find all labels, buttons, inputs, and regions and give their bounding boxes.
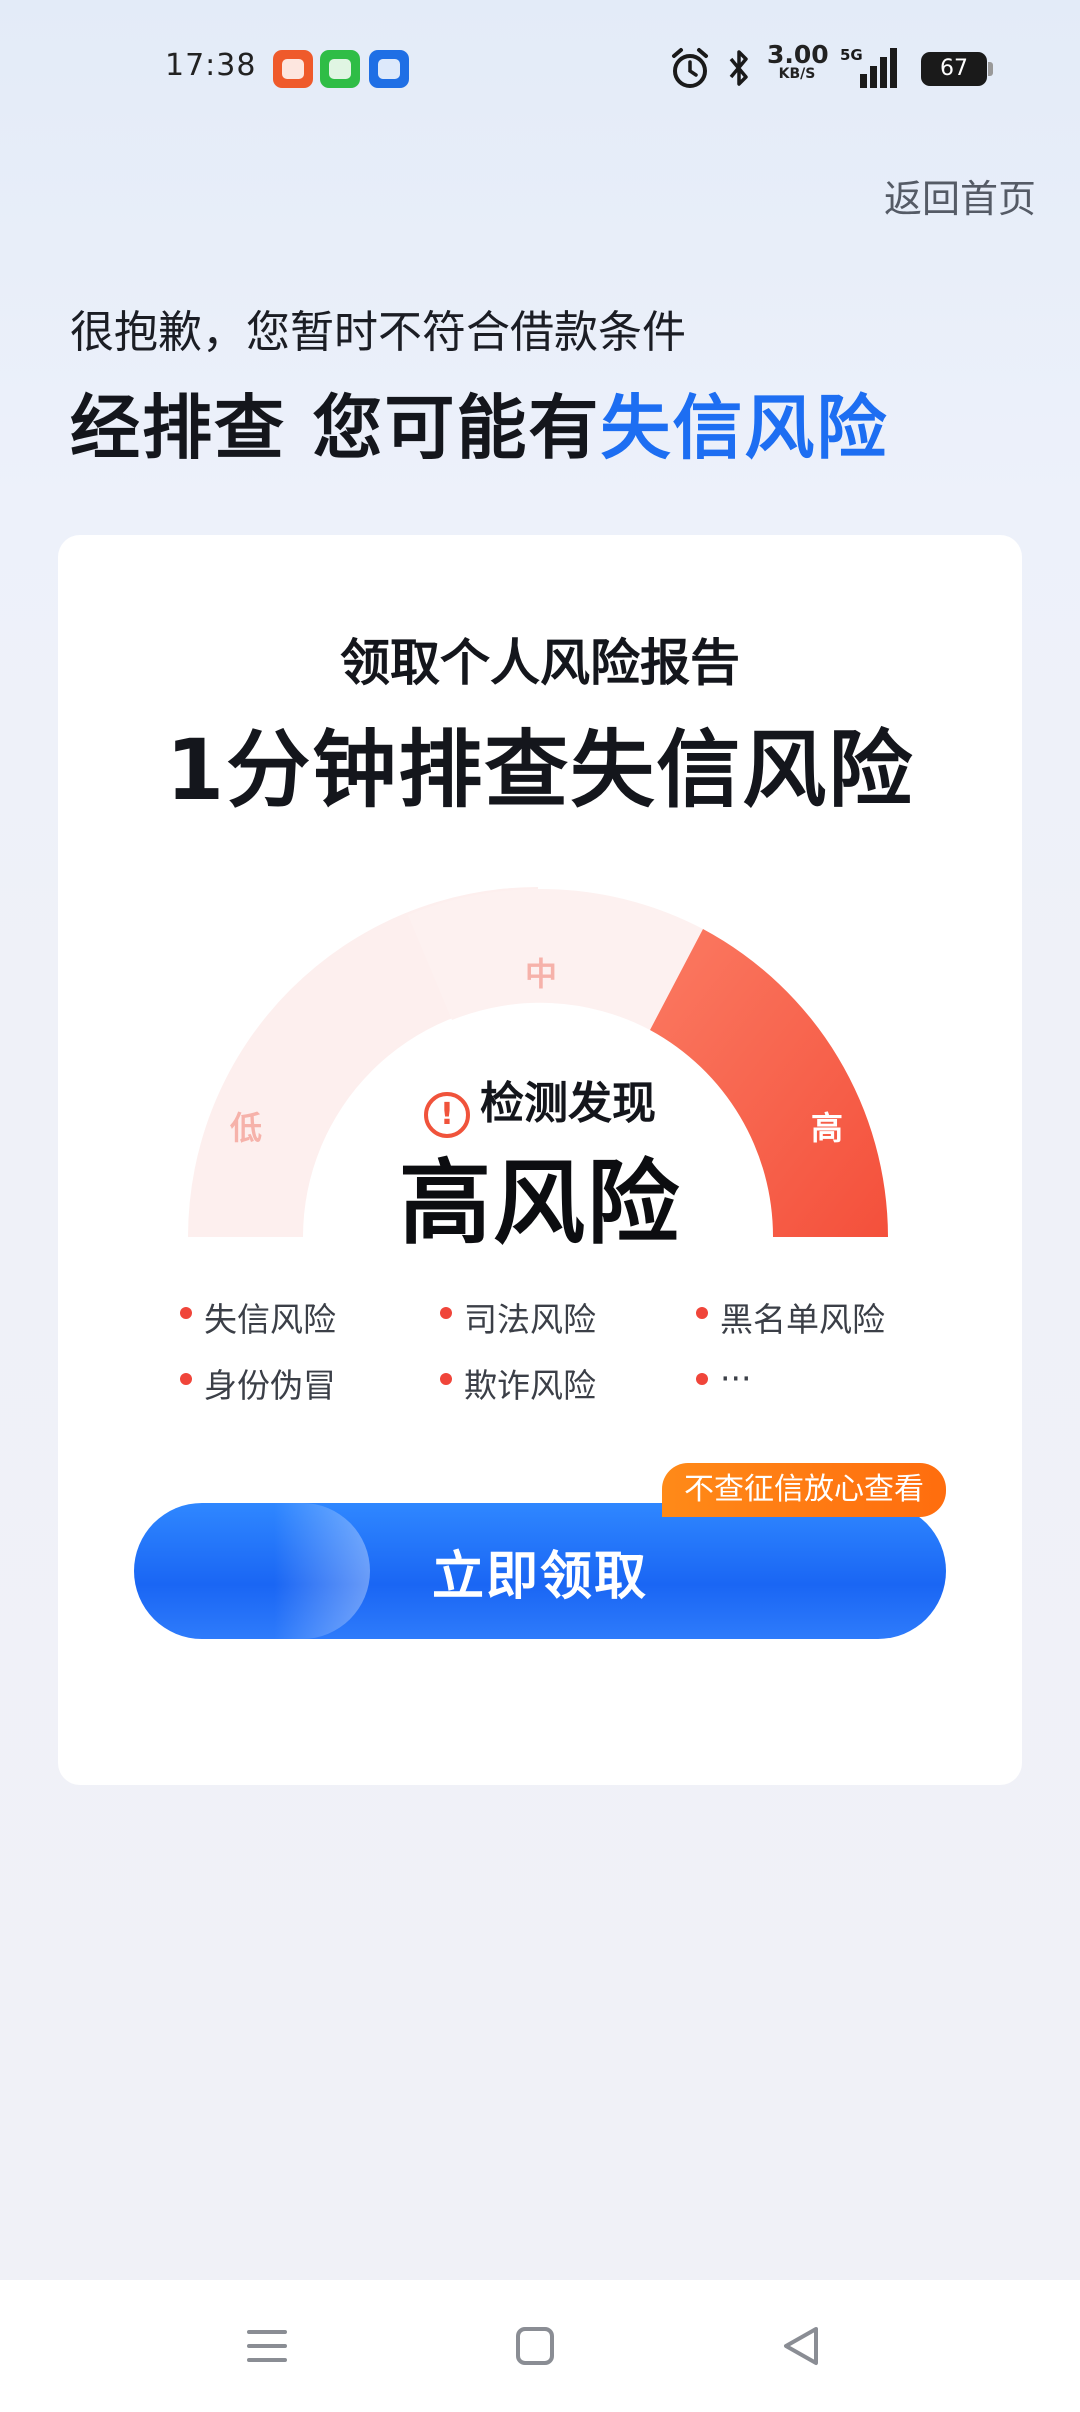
- no-credit-check-badge: 不查征信放心查看: [662, 1463, 946, 1517]
- claim-now-button[interactable]: 立即领取: [134, 1503, 946, 1639]
- risk-report-card: 领取个人风险报告 1分钟排查失信风险 低 中 高 ! 检测发现 高风险 失信风险 …: [58, 535, 1022, 1785]
- signal-icon: 5G: [840, 46, 897, 88]
- risk-tag: 失信风险: [180, 1293, 336, 1341]
- page-title: 经排查 您可能有失信风险: [70, 372, 888, 473]
- message-app-icon: [320, 50, 360, 88]
- menu-icon[interactable]: [237, 2316, 297, 2376]
- risk-tag: 黑名单风险: [696, 1293, 885, 1341]
- home-square-icon[interactable]: [505, 2316, 565, 2376]
- alarm-icon: [672, 48, 708, 88]
- detect-result-label: ! 检测发现: [58, 1067, 1022, 1138]
- back-home-link[interactable]: 返回首页: [884, 168, 1036, 223]
- page-title-highlight: 失信风险: [600, 387, 889, 469]
- app-notification-icon: [273, 50, 313, 88]
- risk-tag: 司法风险: [440, 1293, 596, 1341]
- system-nav-bar: [0, 2280, 1080, 2412]
- risk-tag: ···: [695, 1359, 752, 1398]
- button-shine: [274, 1503, 370, 1639]
- risk-tag: 欺诈风险: [440, 1359, 596, 1407]
- status-time: 17:38: [165, 48, 257, 83]
- bluetooth-icon: [729, 50, 748, 86]
- card-title: 1分钟排查失信风险: [165, 721, 915, 819]
- status-bar: 17:38 3.00 KB/S 5G 67: [0, 0, 1080, 140]
- page-title-prefix: 经排查 您可能有: [70, 387, 601, 469]
- svg-text:5G: 5G: [840, 46, 863, 64]
- back-triangle-icon[interactable]: [772, 2316, 832, 2376]
- net-speed: 3.00 KB/S: [767, 40, 829, 82]
- battery-indicator: 67: [921, 52, 993, 86]
- risk-tag: 身份伪冒: [180, 1359, 336, 1407]
- bank-app-icon: [369, 50, 409, 88]
- cta-container: 立即领取 不查征信放心查看: [134, 1463, 946, 1639]
- gauge-label-mid: 中: [525, 955, 557, 993]
- page-subtitle: 很抱歉，您暂时不符合借款条件: [70, 307, 686, 358]
- card-subtitle: 领取个人风险报告: [340, 634, 740, 692]
- risk-level-text: 高风险: [398, 1150, 681, 1257]
